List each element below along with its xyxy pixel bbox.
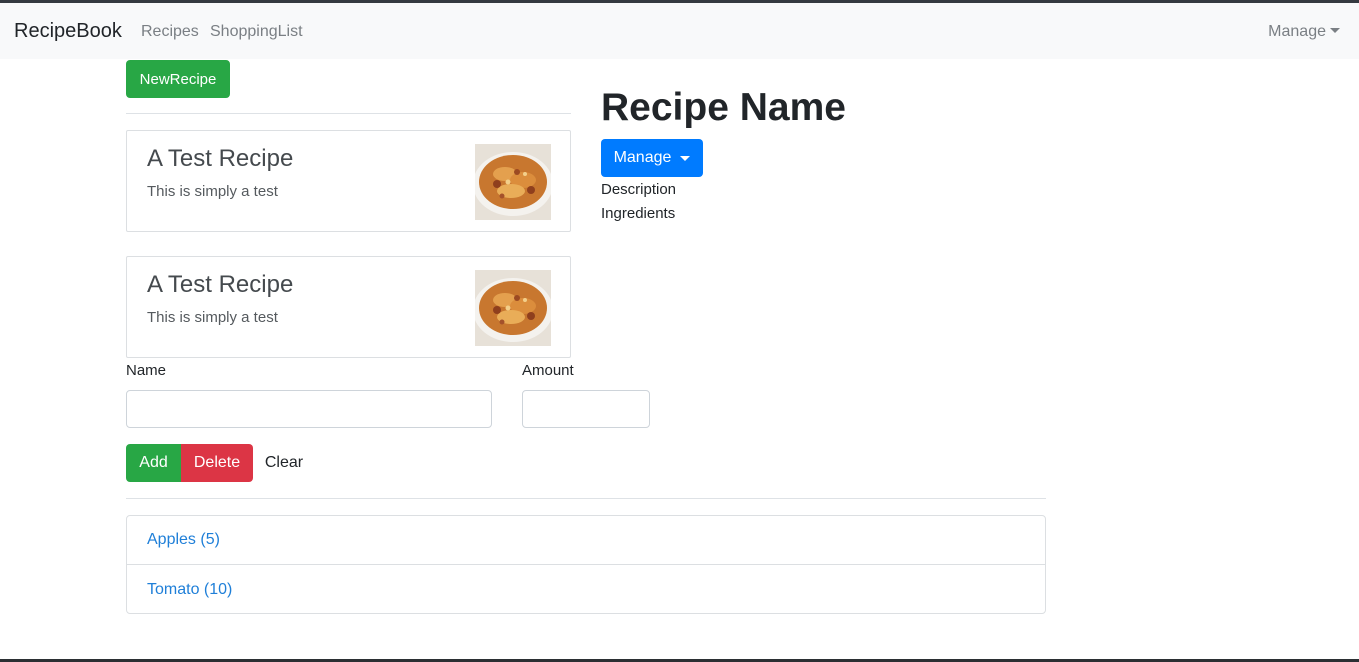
pasta-dish-image [475,270,551,346]
recipe-list-item[interactable]: A Test Recipe This is simply a test [126,256,571,358]
nav-manage-label: Manage [1268,23,1326,40]
name-label: Name [126,362,167,379]
name-input[interactable] [126,390,492,428]
pasta-dish-image [475,144,551,220]
recipe-detail-description: Description [601,181,677,198]
manage-button-label: Manage [613,149,672,166]
amount-input[interactable] [522,390,650,428]
amount-label: Amount [522,362,574,379]
shopping-list: Apples (5) Tomato (10) [126,515,1046,614]
delete-button[interactable]: Delete [181,444,253,482]
clear-button[interactable]: Clear [256,444,312,482]
recipe-item-description: This is simply a test [147,183,278,200]
recipe-manage-dropdown-button[interactable]: Manage [601,139,703,177]
shopping-list-item[interactable]: Tomato (10) [127,565,1045,614]
nav-link-recipes[interactable]: Recipes [141,23,199,41]
nav-link-shopping-list[interactable]: ShoppingList [210,23,303,41]
recipe-item-description: This is simply a test [147,309,278,326]
recipe-thumbnail-image [475,144,551,220]
recipe-thumbnail-image [475,270,551,346]
chevron-down-icon [680,155,691,161]
recipe-detail-title: Recipe Name [601,86,846,129]
recipe-list-item[interactable]: A Test Recipe This is simply a test [126,130,571,232]
recipe-item-title: A Test Recipe [147,145,294,172]
shopping-list-divider [126,498,1046,499]
shopping-list-item[interactable]: Apples (5) [127,516,1045,565]
recipe-list-divider [126,113,571,114]
navbar-brand[interactable]: RecipeBook [14,20,122,43]
recipe-item-title: A Test Recipe [147,271,294,298]
chevron-down-icon [1330,28,1340,33]
navbar: RecipeBook Recipes ShoppingList Manage [0,3,1359,59]
add-button[interactable]: Add [126,444,181,482]
nav-manage-dropdown[interactable]: Manage [1268,23,1340,41]
recipe-detail-ingredients: Ingredients [601,205,676,222]
new-recipe-button[interactable]: NewRecipe [126,60,230,98]
